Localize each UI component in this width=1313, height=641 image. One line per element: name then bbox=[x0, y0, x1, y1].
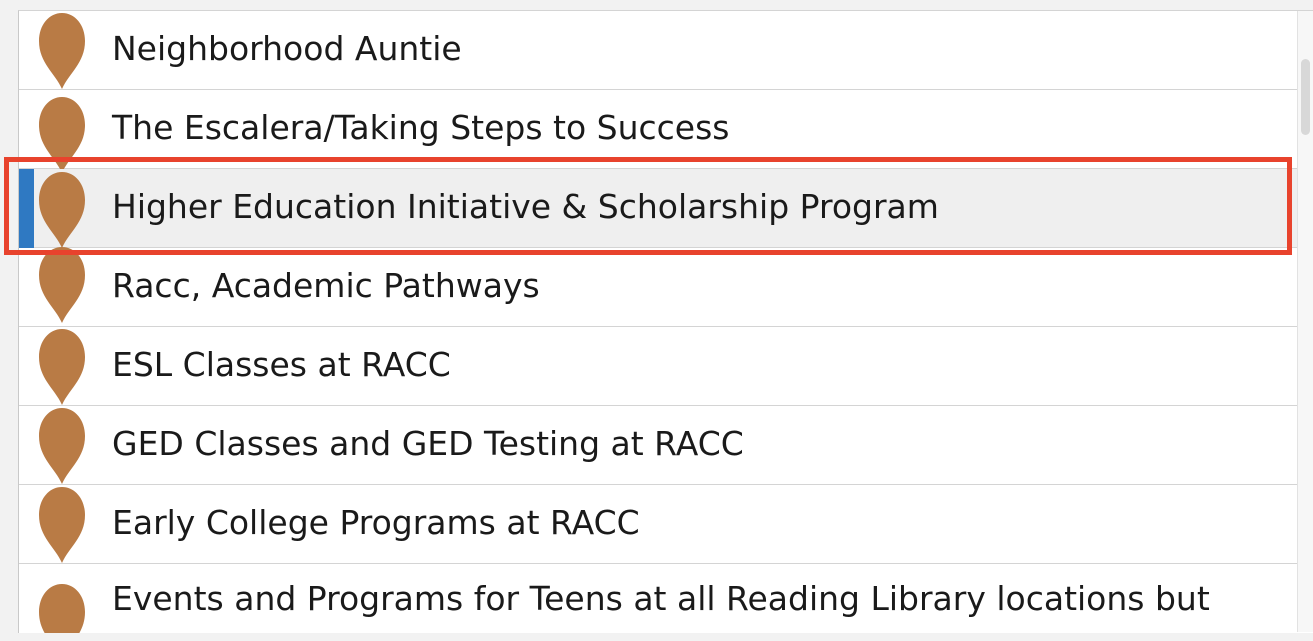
list-item[interactable]: Events and Programs for Teens at all Rea… bbox=[19, 564, 1298, 633]
list-item-label: Events and Programs for Teens at all Rea… bbox=[112, 579, 1210, 618]
list-item[interactable]: Racc, Academic Pathways bbox=[19, 247, 1298, 327]
selection-indicator bbox=[19, 169, 34, 248]
map-pin-icon bbox=[39, 329, 85, 405]
results-list: Neighborhood Auntie The Escalera/Taking … bbox=[18, 10, 1313, 633]
list-item-selected[interactable]: Higher Education Initiative & Scholarshi… bbox=[19, 169, 1298, 248]
list-item-label: ESL Classes at RACC bbox=[112, 345, 451, 384]
list-item-label: Early College Programs at RACC bbox=[112, 503, 640, 542]
map-pin-icon bbox=[39, 408, 85, 484]
list-item-label: Racc, Academic Pathways bbox=[112, 266, 540, 305]
map-pin-icon bbox=[39, 97, 85, 173]
map-pin-icon bbox=[39, 584, 85, 633]
list-item[interactable]: ESL Classes at RACC bbox=[19, 327, 1298, 406]
list-item-label: Neighborhood Auntie bbox=[112, 29, 462, 68]
map-pin-icon bbox=[39, 172, 85, 248]
list-item[interactable]: The Escalera/Taking Steps to Success bbox=[19, 90, 1298, 173]
map-pin-icon bbox=[39, 487, 85, 563]
map-pin-icon bbox=[39, 247, 85, 323]
list-item[interactable]: Early College Programs at RACC bbox=[19, 485, 1298, 564]
scrollbar[interactable] bbox=[1297, 11, 1313, 632]
list-item[interactable]: GED Classes and GED Testing at RACC bbox=[19, 406, 1298, 485]
list-item-label: The Escalera/Taking Steps to Success bbox=[112, 108, 730, 147]
list-item[interactable]: Neighborhood Auntie bbox=[19, 11, 1298, 90]
list-item-label: GED Classes and GED Testing at RACC bbox=[112, 424, 744, 463]
map-pin-icon bbox=[39, 13, 85, 89]
scrollbar-thumb[interactable] bbox=[1301, 59, 1310, 135]
list-item-label: Higher Education Initiative & Scholarshi… bbox=[112, 187, 939, 226]
